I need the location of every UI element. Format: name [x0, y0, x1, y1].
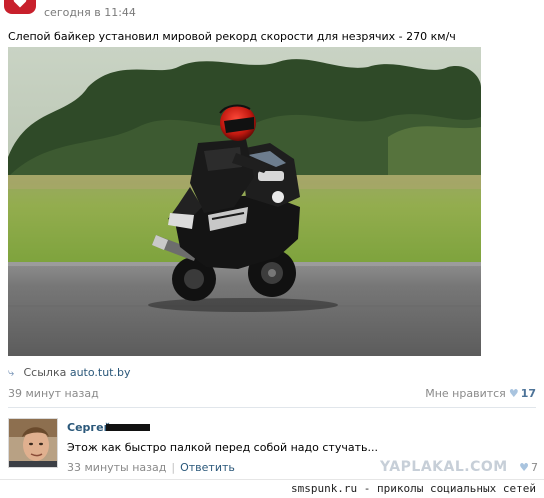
community-avatar[interactable]	[4, 0, 36, 14]
link-prefix: Ссылка	[23, 366, 67, 379]
comment-like-count: 7	[531, 461, 538, 474]
post-age[interactable]: 39 минут назад	[8, 387, 99, 400]
post-photo[interactable]	[8, 47, 481, 356]
footer-caption: smspunk.ru - приколы социальных сетей	[290, 482, 536, 495]
post-like-button[interactable]: Мне нравится ♥ 17	[425, 387, 536, 400]
comment-author-name[interactable]: Сергей	[67, 421, 111, 434]
post-header: сегодня в 11:44	[0, 0, 544, 24]
link-arrow-icon: ⤷	[8, 366, 15, 379]
post-text: Слепой байкер установил мировой рекорд с…	[8, 30, 456, 43]
comment-reply-link[interactable]: Ответить	[180, 461, 235, 474]
post-timestamp[interactable]: сегодня в 11:44	[44, 6, 136, 19]
comment-text: Этож как быстро палкой перед собой надо …	[67, 441, 378, 454]
censored-surname	[106, 424, 150, 431]
biker-photo-image	[8, 47, 481, 356]
heart-logo-icon	[13, 0, 27, 8]
comment-like-button[interactable]: ♥ 7	[519, 461, 538, 474]
comments-divider	[8, 407, 536, 408]
like-label: Мне нравится	[425, 387, 506, 400]
watermark: YAPLAKAL.COM	[380, 459, 508, 475]
meta-separator: |	[171, 461, 176, 474]
heart-icon: ♥	[519, 461, 529, 474]
footer-bar: smspunk.ru - приколы социальных сетей	[0, 479, 544, 498]
comment-avatar[interactable]	[8, 418, 58, 468]
heart-icon: ♥	[508, 387, 519, 400]
link-domain[interactable]: auto.tut.by	[70, 366, 131, 379]
post-link-attachment[interactable]: ⤷ Ссылка auto.tut.by	[8, 366, 131, 380]
comment-meta: 33 минуты назад | Ответить	[67, 461, 235, 474]
like-count: 17	[520, 387, 536, 400]
user-avatar-image	[9, 419, 57, 467]
comment-age[interactable]: 33 минуты назад	[67, 461, 166, 474]
